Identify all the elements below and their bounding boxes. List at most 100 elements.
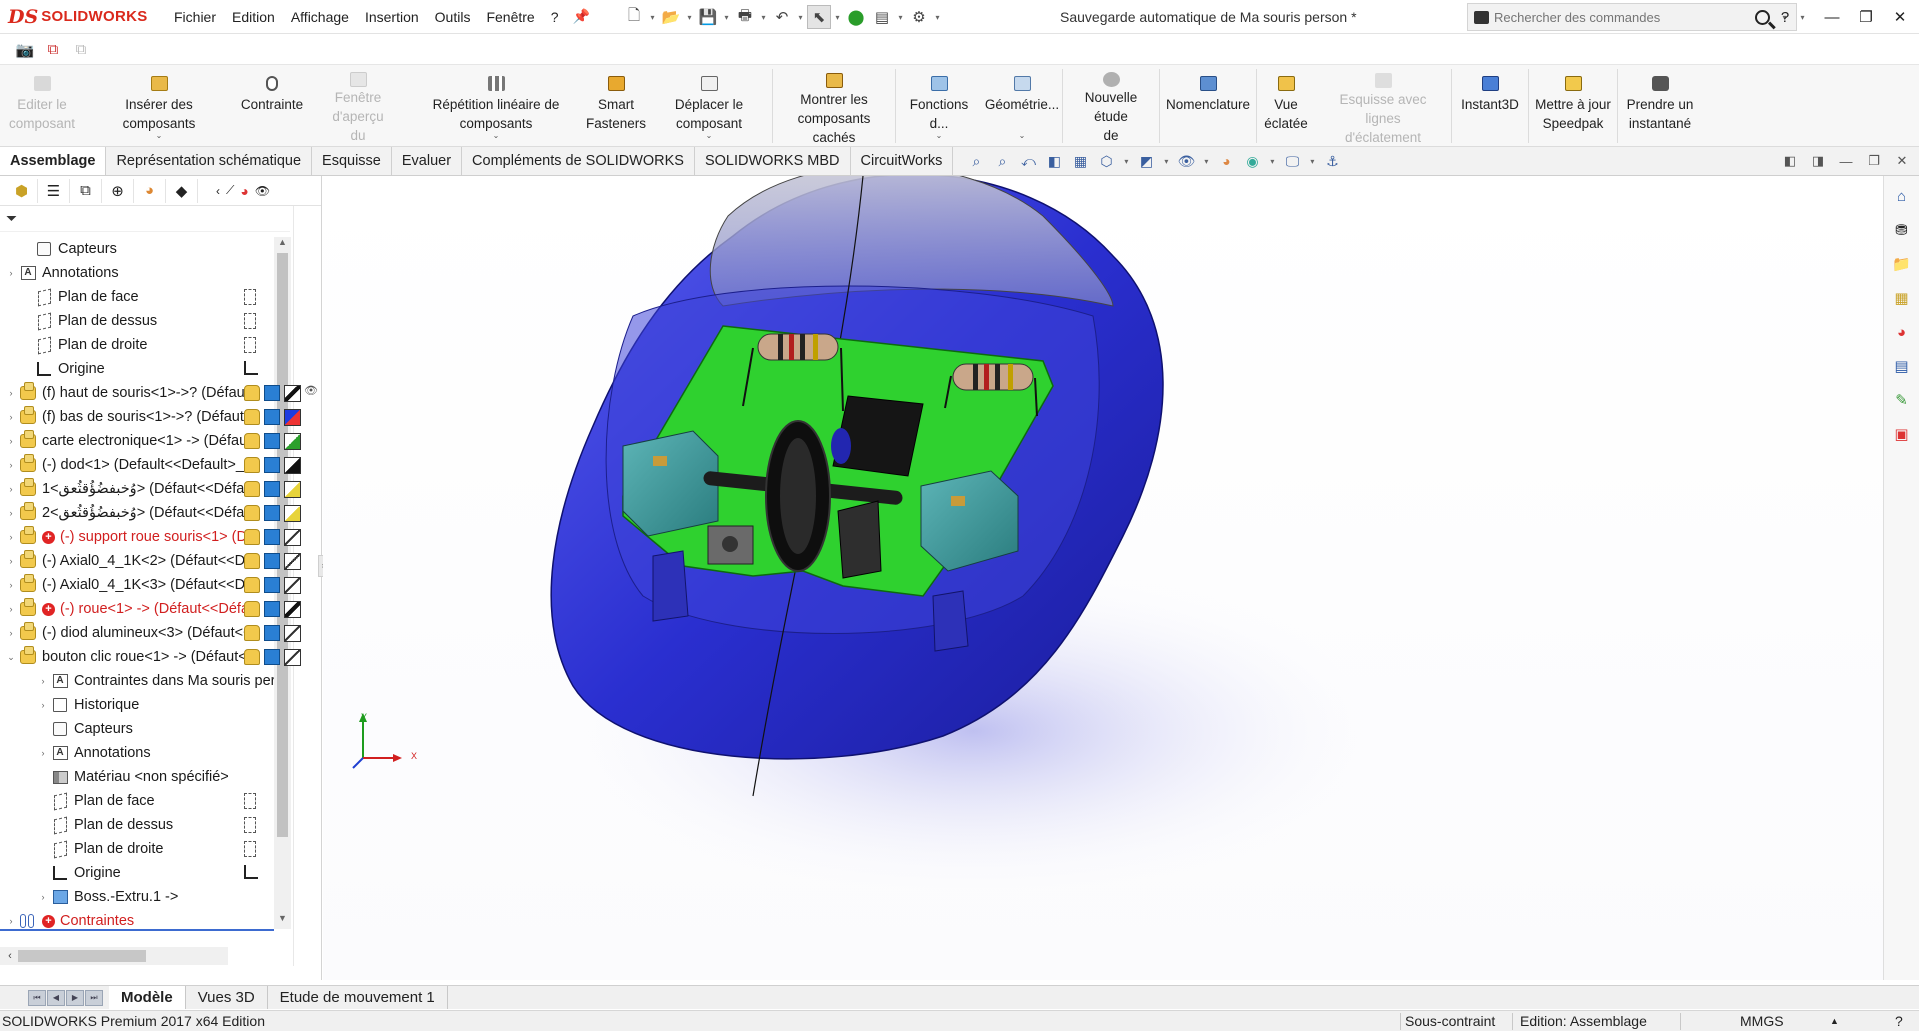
doc-restore-button[interactable]: ❐ (1865, 152, 1883, 170)
expand-arrow-icon[interactable]: › (4, 412, 18, 422)
expand-arrow-icon[interactable]: › (4, 460, 18, 470)
tree-horizontal-scrollbar[interactable]: ‹ (0, 947, 228, 965)
apply-scene-icon[interactable]: ◉ (1241, 150, 1263, 172)
open-dropdown-icon[interactable]: ▾ (685, 13, 694, 22)
menu-fichier[interactable]: Fichier (166, 0, 224, 34)
file-properties-dropdown-icon[interactable]: ▾ (896, 13, 905, 22)
show-hidden-components-button[interactable]: Montrer les composants cachés (773, 65, 895, 147)
new-dropdown-icon[interactable]: ▾ (648, 13, 657, 22)
zoom-to-fit-icon[interactable]: ⌕ (965, 150, 987, 172)
tab-etude-de-mouvement[interactable]: Etude de mouvement 1 (268, 986, 448, 1009)
save-dropdown-icon[interactable]: ▾ (722, 13, 731, 22)
tree-item[interactable]: Capteurs (0, 717, 274, 741)
rollback-bar[interactable] (0, 929, 274, 931)
mouse-top-cap[interactable] (709, 176, 1114, 307)
encoder-block[interactable] (837, 500, 882, 579)
tab-assemblage[interactable]: Assemblage (0, 147, 107, 175)
horizontal-scroll-thumb[interactable] (18, 950, 146, 962)
realview-icon[interactable]: ⚓ (1321, 150, 1343, 172)
tree-item[interactable]: › 1<وُخبفضُؤُقثُعق> (Défaut<<Défau (0, 477, 274, 501)
expand-arrow-icon[interactable]: › (36, 700, 50, 710)
save-icon[interactable]: 💾 (696, 5, 720, 29)
expand-arrow-icon[interactable]: › (4, 580, 18, 590)
view-orientation-dropdown-icon[interactable]: ▾ (1121, 150, 1131, 172)
switch-left[interactable] (622, 430, 719, 537)
first-tab-arrow-icon[interactable]: ⏮ (28, 989, 46, 1006)
edit-appearance-icon[interactable]: ◕ (1215, 150, 1237, 172)
status-units[interactable]: MMGS (1740, 1012, 1784, 1031)
view-settings-dropdown-icon[interactable]: ▾ (1307, 150, 1317, 172)
display-style-dropdown-icon[interactable]: ▾ (1161, 150, 1171, 172)
cam-manager-icon[interactable]: ◆ (166, 178, 198, 203)
expand-arrow-icon[interactable]: › (4, 628, 18, 638)
search-input[interactable] (1494, 9, 1744, 25)
expand-arrow-icon[interactable]: › (4, 604, 18, 614)
solidworks-plm-icon[interactable]: ▣ (1888, 420, 1916, 448)
view-palette-icon[interactable]: ▦ (1888, 284, 1916, 312)
tree-item[interactable]: › Historique (0, 693, 274, 717)
tree-item[interactable]: › carte electronique<1> -> (Défaut (0, 429, 274, 453)
tree-item[interactable]: › + (-) support roue souris<1> (De (0, 525, 274, 549)
dimxpert-manager-icon[interactable]: ⊕ (102, 178, 134, 203)
move-component-dropdown-icon[interactable]: ⌄ (706, 126, 713, 145)
expand-arrow-icon[interactable]: › (36, 892, 50, 902)
file-properties-icon[interactable]: ▤ (870, 5, 894, 29)
reference-geometry-dropdown-icon[interactable]: ⌄ (1019, 126, 1026, 145)
tree-item[interactable]: Origine (0, 861, 274, 885)
restore-button[interactable]: ❐ (1853, 0, 1879, 34)
file-explorer-icon[interactable]: 📁 (1888, 250, 1916, 278)
open-document-icon[interactable]: 📂 (659, 5, 683, 29)
appearance-ball-icon[interactable]: ◕ (240, 183, 248, 199)
smart-fasteners-button[interactable]: Smart Fasteners (586, 65, 646, 147)
dynamic-annotation-icon[interactable]: ▦ (1069, 150, 1091, 172)
move-component-button[interactable]: Déplacer le composant ⌄ (646, 65, 772, 147)
tab-solidworks-mbd[interactable]: SOLIDWORKS MBD (695, 147, 851, 175)
scroll-down-arrow-icon[interactable]: ▼ (274, 913, 291, 929)
tab-complements[interactable]: Compléments de SOLIDWORKS (462, 147, 695, 175)
tree-item[interactable]: › (f) bas de souris<1>->? (Défaut< (0, 405, 274, 429)
status-help-icon[interactable]: ? (1895, 1012, 1903, 1031)
tab-modele[interactable]: Modèle (109, 986, 186, 1009)
tree-item[interactable]: › (f) haut de souris<1>->? (Défaut< (0, 381, 274, 405)
tree-item[interactable]: › A Annotations (0, 261, 274, 285)
tree-item[interactable]: Plan de face (0, 285, 274, 309)
take-snapshot-button[interactable]: Prendre un instantané (1618, 65, 1702, 147)
menu-help[interactable]: ? (543, 0, 567, 34)
view-orientation-icon[interactable]: ⬡ (1095, 150, 1117, 172)
print-dropdown-icon[interactable]: ▾ (759, 13, 768, 22)
solidworks-resources-icon[interactable]: ⌂ (1888, 182, 1916, 210)
hide-show-dropdown-icon[interactable]: ▾ (1201, 150, 1211, 172)
next-tab-arrow-icon[interactable]: ▶ (66, 989, 84, 1006)
undo-dropdown-icon[interactable]: ▾ (796, 13, 805, 22)
tree-item[interactable]: Capteurs (0, 237, 274, 261)
property-manager-icon[interactable]: ☰ (38, 178, 70, 203)
tree-item[interactable]: Plan de dessus (0, 309, 274, 333)
tree-item[interactable]: ⌄ bouton clic roue<1> -> (Défaut< (0, 645, 274, 669)
tree-item[interactable]: › A Contraintes dans Ma souris per (0, 669, 275, 693)
prev-tab-arrow-icon[interactable]: ◀ (47, 989, 65, 1006)
doc-close-button[interactable]: ✕ (1893, 152, 1911, 170)
tree-item[interactable]: › (-) Axial0_4_1K<2> (Défaut<<Déf (0, 549, 274, 573)
tab-vues-3d[interactable]: Vues 3D (186, 986, 268, 1009)
mate-button[interactable]: Contrainte (234, 65, 310, 147)
sketch-visibility-icon[interactable]: ⟋ (226, 183, 234, 198)
tree-item[interactable]: › (-) Axial0_4_1K<3> (Défaut<<Déf (0, 573, 274, 597)
configuration-manager-icon[interactable]: ⧉ (70, 178, 102, 203)
search-commands-icon[interactable] (1468, 4, 1494, 30)
tab-evaluer[interactable]: Evaluer (392, 147, 463, 175)
filter-icon[interactable]: ⏷ (6, 210, 17, 227)
menu-outils[interactable]: Outils (427, 0, 479, 34)
appearances-scenes-icon[interactable]: ◕ (1888, 318, 1916, 346)
insert-components-button[interactable]: Insérer des composants ⌄ (84, 65, 234, 147)
tree-item[interactable]: › A Annotations (0, 741, 274, 765)
view-settings-icon[interactable]: 🖵 (1281, 150, 1303, 172)
solidworks-forum-icon[interactable]: ✎ (1888, 386, 1916, 414)
tree-item[interactable]: › (-) diod alumineux<3> (Défaut<< (0, 621, 274, 645)
expand-arrow-icon[interactable]: › (4, 388, 18, 398)
rebuild-icon[interactable]: ⬤ (844, 5, 868, 29)
expand-arrow-icon[interactable]: ⌄ (4, 652, 18, 663)
expand-arrow-icon[interactable]: › (4, 532, 18, 542)
tree-item[interactable]: Plan de face (0, 789, 274, 813)
undo-icon[interactable]: ↶ (770, 5, 794, 29)
menu-edition[interactable]: Edition (224, 0, 283, 34)
